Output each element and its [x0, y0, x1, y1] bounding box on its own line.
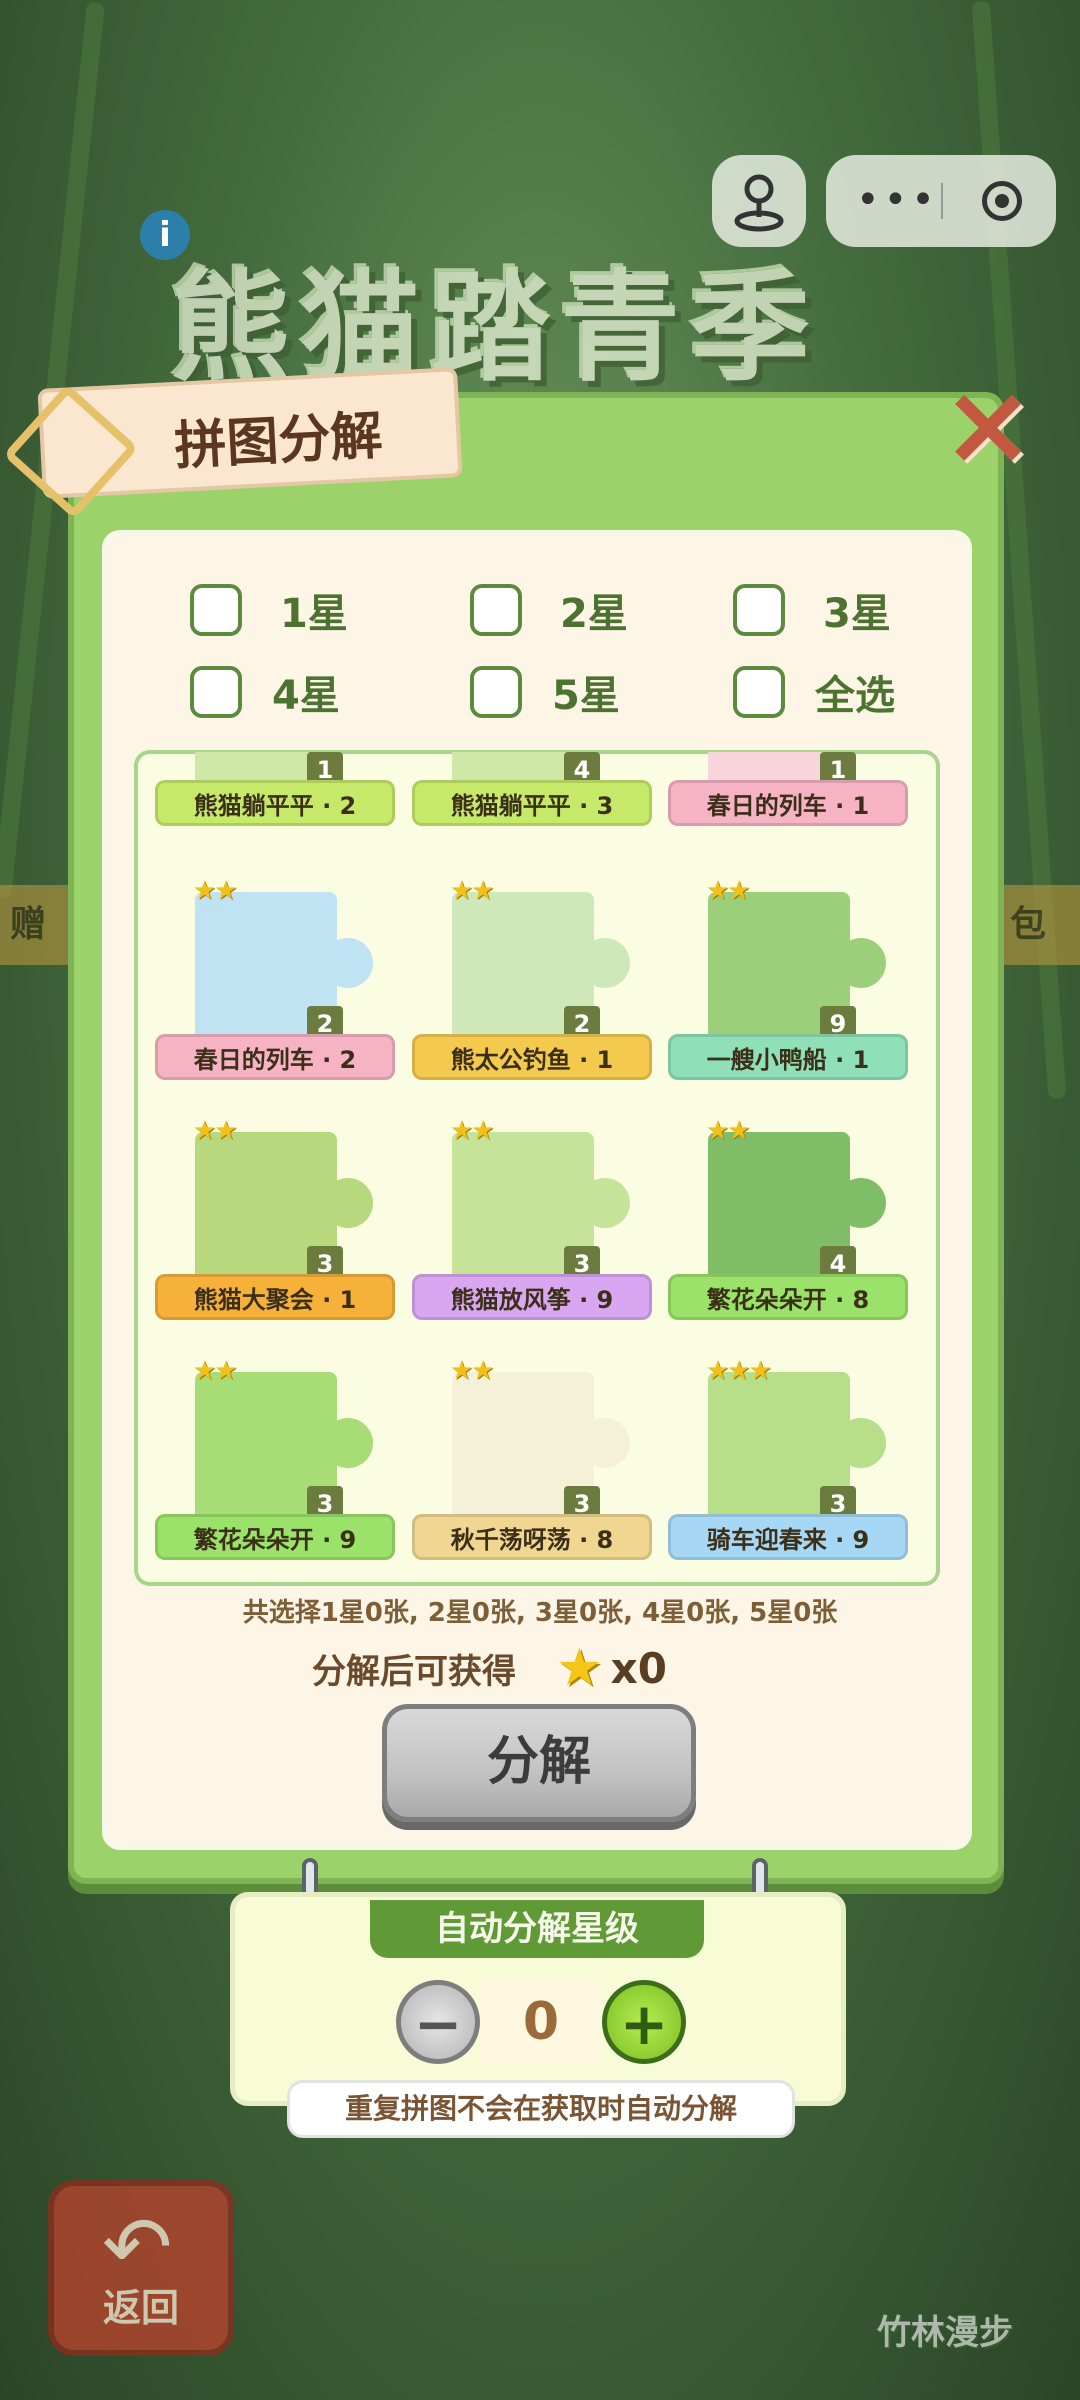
auto-decompose-title: 自动分解星级: [370, 1900, 704, 1958]
puzzle-card[interactable]: ★★ 2 熊太公钓鱼 · 1: [412, 876, 652, 1096]
checkbox[interactable]: [190, 666, 242, 718]
puzzle-name-ribbon: 熊猫躺平平 · 3: [412, 780, 652, 826]
puzzle-name-ribbon: 熊猫躺平平 · 2: [155, 780, 395, 826]
filter-label: 2星: [560, 591, 628, 637]
filter-label: 全选: [815, 673, 895, 719]
filter-3-star[interactable]: 3星: [733, 580, 891, 640]
bamboo-walk-label: 竹林漫步: [877, 2313, 1013, 2353]
filter-label: 5星: [552, 673, 620, 719]
puzzle-card[interactable]: ★★ 3 秋千荡呀荡 · 8: [412, 1356, 652, 1576]
puzzle-card[interactable]: ★★ 9 一艘小鸭船 · 1: [668, 876, 908, 1096]
bamboo-walk-badge[interactable]: 竹林漫步: [840, 2180, 1050, 2360]
close-program-icon[interactable]: [982, 181, 1022, 221]
selection-summary: 共选择1星0张, 2星0张, 3星0张, 4星0张, 5星0张: [242, 1598, 838, 1628]
puzzle-card[interactable]: ★★ 3 熊猫大聚会 · 1: [155, 1116, 395, 1336]
puzzle-knob: [836, 1178, 886, 1228]
puzzle-name-ribbon: 熊猫放风筝 · 9: [412, 1274, 652, 1320]
back-button[interactable]: ↶ 返回: [48, 2180, 234, 2356]
checkbox[interactable]: [470, 666, 522, 718]
filter-label: 1星: [280, 591, 348, 637]
gamepad-button[interactable]: [712, 155, 806, 247]
puzzle-knob: [323, 938, 373, 988]
puzzle-card[interactable]: ★★ 2 春日的列车 · 2: [155, 876, 395, 1096]
filter-label: 3星: [823, 591, 891, 637]
mini-program-capsule: •••: [826, 155, 1056, 247]
decrease-level-button[interactable]: −: [396, 1980, 480, 2064]
star-rating: ★★: [706, 1116, 751, 1146]
filter-select-all[interactable]: 全选: [733, 662, 895, 722]
checkbox[interactable]: [733, 666, 785, 718]
panel-title: 拼图分解: [173, 406, 384, 477]
checkbox[interactable]: [470, 584, 522, 636]
puzzle-name-ribbon: 熊太公钓鱼 · 1: [412, 1034, 652, 1080]
puzzle-knob: [836, 938, 886, 988]
reward-label: 分解后可获得: [312, 1651, 516, 1692]
star-rating: ★★: [193, 1356, 238, 1386]
puzzle-name-ribbon: 熊猫大聚会 · 1: [155, 1274, 395, 1320]
puzzle-knob: [580, 938, 630, 988]
filter-2-star[interactable]: 2星: [470, 580, 628, 640]
filter-5-star[interactable]: 5星: [470, 662, 620, 722]
side-gift-right: 包: [1000, 885, 1080, 965]
reward-row: 分解后可获得 ★ x0: [312, 1638, 667, 1698]
close-icon[interactable]: ×: [940, 369, 1036, 481]
filter-4-star[interactable]: 4星: [190, 662, 340, 722]
auto-level-value: 0: [480, 1980, 602, 2064]
back-label: 返回: [102, 2286, 179, 2330]
puzzle-card[interactable]: ★★ 4 繁花朵朵开 · 8: [668, 1116, 908, 1336]
checkbox[interactable]: [733, 584, 785, 636]
star-icon: ★: [556, 1638, 603, 1698]
puzzle-name-ribbon: 春日的列车 · 1: [668, 780, 908, 826]
decompose-button[interactable]: 分解: [382, 1704, 696, 1822]
capsule-divider: [941, 183, 943, 219]
star-rating: ★★: [450, 1356, 495, 1386]
puzzle-name-ribbon: 繁花朵朵开 · 8: [668, 1274, 908, 1320]
puzzle-knob: [323, 1418, 373, 1468]
puzzle-name-ribbon: 骑车迎春来 · 9: [668, 1514, 908, 1560]
puzzle-knob: [580, 1418, 630, 1468]
puzzle-knob: [580, 1178, 630, 1228]
puzzle-name-ribbon: 繁花朵朵开 · 9: [155, 1514, 395, 1560]
panel-title-ribbon: 拼图分解: [2, 367, 463, 520]
puzzle-knob: [323, 1178, 373, 1228]
more-menu-icon[interactable]: •••: [856, 177, 939, 223]
puzzle-name-ribbon: 一艘小鸭船 · 1: [668, 1034, 908, 1080]
game-title: 熊猫踏青季: [170, 259, 820, 398]
star-rating: ★★: [450, 1116, 495, 1146]
checkbox[interactable]: [190, 584, 242, 636]
puzzle-name-ribbon: 春日的列车 · 2: [155, 1034, 395, 1080]
filter-label: 4星: [272, 673, 340, 719]
reward-value: x0: [610, 1643, 667, 1693]
filter-1-star[interactable]: 1星: [190, 580, 348, 640]
star-rating: ★★: [706, 876, 751, 906]
puzzle-card[interactable]: ★★ 3 熊猫放风筝 · 9: [412, 1116, 652, 1336]
puzzle-name-ribbon: 秋千荡呀荡 · 8: [412, 1514, 652, 1560]
star-rating: ★★: [193, 876, 238, 906]
star-rating: ★★★: [706, 1356, 772, 1386]
star-rating: ★★: [193, 1116, 238, 1146]
puzzle-card[interactable]: ★★★ 3 骑车迎春来 · 9: [668, 1356, 908, 1576]
increase-level-button[interactable]: +: [602, 1980, 686, 2064]
puzzle-card[interactable]: ★★ 3 繁花朵朵开 · 9: [155, 1356, 395, 1576]
star-rating: ★★: [450, 876, 495, 906]
joystick-icon: [734, 174, 784, 232]
auto-decompose-hint: 重复拼图不会在获取时自动分解: [287, 2080, 795, 2138]
puzzle-knob: [836, 1418, 886, 1468]
